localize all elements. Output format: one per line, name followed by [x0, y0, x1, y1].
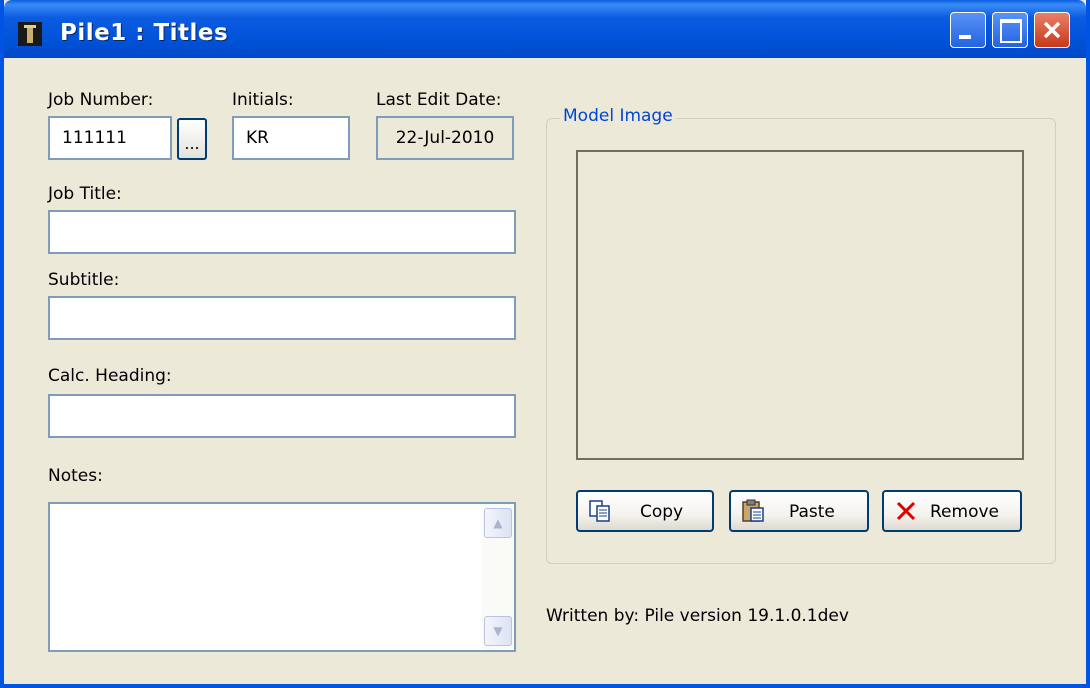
paste-icon	[742, 499, 764, 522]
last-edit-date-label: Last Edit Date:	[376, 90, 502, 110]
job-title-label: Job Title:	[48, 184, 122, 204]
title-bar[interactable]: Pile1 : Titles	[4, 0, 1086, 58]
notes-scrollbar[interactable]: ▲ ▼	[482, 504, 514, 650]
subtitle-label: Subtitle:	[48, 270, 120, 290]
remove-button[interactable]: Remove	[882, 490, 1022, 532]
job-number-label: Job Number:	[48, 90, 154, 110]
paste-button[interactable]: Paste	[729, 490, 869, 532]
app-icon	[18, 22, 42, 46]
written-by-text: Written by: Pile version 19.1.0.1dev	[546, 606, 849, 626]
scroll-up-icon: ▲	[493, 516, 503, 530]
minimize-button[interactable]	[950, 12, 986, 48]
job-number-browse-button[interactable]: ...	[177, 118, 207, 160]
model-image-box[interactable]	[576, 150, 1024, 460]
model-image-legend: Model Image	[560, 106, 676, 126]
initials-label: Initials:	[232, 90, 294, 110]
maximize-button[interactable]	[992, 12, 1028, 48]
last-edit-date-value: 22-Jul-2010	[376, 116, 514, 160]
scroll-down-button[interactable]: ▼	[484, 616, 512, 646]
scroll-down-icon: ▼	[493, 624, 503, 638]
remove-button-label: Remove	[930, 502, 999, 522]
remove-icon	[896, 501, 916, 521]
maximize-icon	[1000, 19, 1022, 43]
paste-button-label: Paste	[789, 502, 835, 522]
calc-heading-input[interactable]	[48, 394, 516, 438]
notes-label: Notes:	[48, 466, 103, 486]
titles-window: Pile1 : Titles Job Number: 111111 ... In…	[0, 0, 1090, 688]
window-title: Pile1 : Titles	[60, 20, 229, 46]
initials-input[interactable]: KR	[232, 116, 350, 160]
copy-button-label: Copy	[640, 502, 684, 522]
notes-textarea[interactable]: ▲ ▼	[48, 502, 516, 652]
close-icon	[1043, 21, 1061, 39]
copy-button[interactable]: Copy	[576, 490, 714, 532]
scroll-up-button[interactable]: ▲	[484, 508, 512, 538]
job-title-input[interactable]	[48, 210, 516, 254]
close-button[interactable]	[1034, 12, 1070, 48]
copy-icon	[589, 500, 610, 522]
subtitle-input[interactable]	[48, 296, 516, 340]
job-number-input[interactable]: 111111	[48, 116, 172, 160]
calc-heading-label: Calc. Heading:	[48, 366, 172, 386]
minimize-icon	[959, 35, 971, 39]
